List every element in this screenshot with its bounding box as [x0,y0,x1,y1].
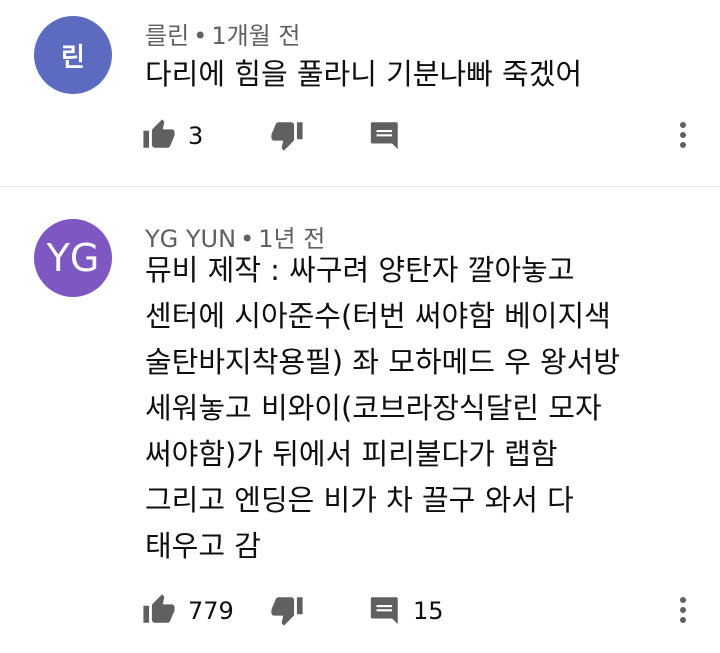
like-count: 3 [188,122,204,150]
comment-line: 그리고 엔딩은 비가 차 끌구 와서 다 [145,483,574,517]
comment-actions: 779 15 [0,593,720,633]
reply-icon[interactable] [368,118,402,156]
comment-line: 다리에 힘을 풀라니 기분나빠 죽겠어 [145,57,583,91]
comment-line: 써야함)가 뒤에서 피리불다가 랩함 [145,437,558,471]
thumbs-down-icon[interactable] [270,118,304,156]
more-options-icon[interactable] [676,593,690,631]
comment-text: 다리에 힘을 풀라니 기분나빠 죽겠어 [145,51,582,97]
like-count: 779 [188,597,234,625]
comment-thread: YG YG YUN • 1년 전 뮤비 제작 : 싸구려 양탄자 깔아놓고 센터에 … [0,187,720,653]
comment-header: 를린 • 1개월 전 [145,16,300,51]
comment-actions: 3 [0,118,720,158]
author-name[interactable]: 를린 [145,22,189,50]
comment-line: 태우고 감 [145,529,261,563]
avatar[interactable]: 린 [34,16,112,94]
avatar-initial: 린 [61,42,85,73]
more-options-icon[interactable] [676,118,690,156]
thumbs-up-icon[interactable] [142,118,176,156]
comment-text: 뮤비 제작 : 싸구려 양탄자 깔아놓고 센터에 시아준수(터번 써야함 베이지… [145,247,620,569]
comment-line: 세워놓고 비와이(코브라장식달린 모자 [145,391,602,425]
separator-dot: • [193,22,208,50]
reply-count[interactable]: 15 [413,597,444,625]
comment-time[interactable]: 1개월 전 [211,22,300,50]
comment-line: 센터에 시아준수(터번 써야함 베이지색 [145,299,611,333]
comment-thread: 린 를린 • 1개월 전 다리에 힘을 풀라니 기분나빠 죽겠어 3 [0,0,720,186]
comment-line: 뮤비 제작 : 싸구려 양탄자 깔아놓고 [145,253,575,287]
avatar[interactable]: YG [34,219,112,297]
reply-icon[interactable] [368,593,402,631]
comment-line: 술탄바지착용필) 좌 모하메드 우 왕서방 [145,345,621,379]
avatar-initial: YG [46,236,100,280]
thumbs-up-icon[interactable] [142,593,176,631]
thumbs-down-icon[interactable] [270,593,304,631]
